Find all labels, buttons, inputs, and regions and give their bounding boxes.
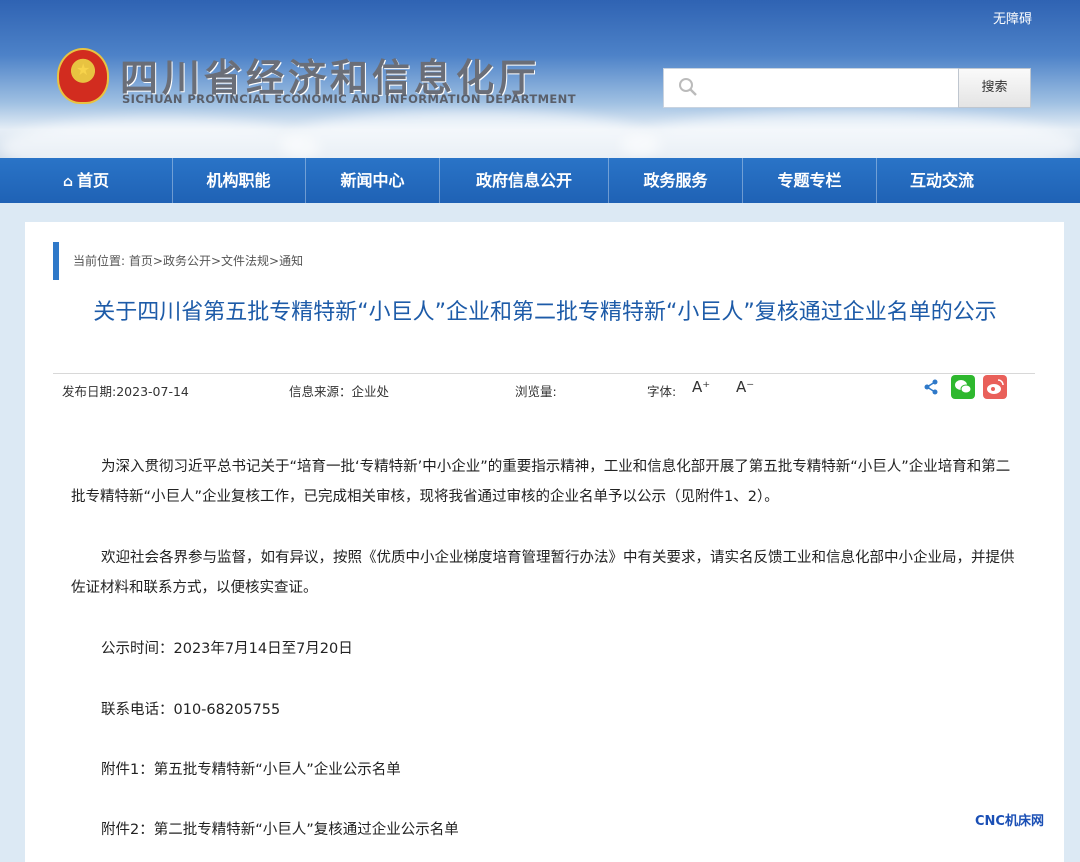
attachment-2-link[interactable]: 附件2：第二批专精特新“小巨人”复核通过企业公示名单 [71,815,1023,845]
cloud-decoration [620,112,1080,158]
nav-item-topics[interactable]: 专题专栏 [743,158,877,203]
nav-item-label: 互动交流 [909,171,974,190]
breadcrumb-prefix: 当前位置: [73,254,126,268]
font-larger-button[interactable]: A⁺ [692,378,710,396]
wechat-icon[interactable] [951,375,975,399]
attachment-1-link[interactable]: 附件1：第五批专精特新“小巨人”企业公示名单 [71,755,1023,785]
search-box [663,68,959,108]
search-icon [679,78,697,96]
nav-item-label: 首页 [77,171,110,190]
nav-item-label: 专题专栏 [777,171,842,190]
breadcrumb-separator: > [210,254,222,268]
breadcrumb-item-home[interactable]: 首页 [129,254,153,268]
search-input[interactable] [708,75,952,103]
font-size-label: 字体: [647,384,677,399]
main-nav: ⌂ 首页 机构职能 新闻中心 政府信息公开 政务服务 专题专栏 互动交流 [0,158,1080,203]
paragraph-notice-period: 公示时间：2023年7月14日至7月20日 [101,641,353,657]
meta-divider [53,373,1035,374]
site-header: 无障碍 ★ 四川省经济和信息化厅 SICHUAN PROVINCIAL ECON… [0,0,1080,158]
nav-item-label: 政府信息公开 [475,171,572,190]
nav-item-label: 新闻中心 [340,171,405,190]
cloud-decoration [280,110,660,158]
info-source: 信息来源：企业处 [289,384,390,399]
nav-item-interaction[interactable]: 互动交流 [877,158,1007,203]
paragraph-supervision: 欢迎社会各界参与监督，如有异议，按照《优质中小企业梯度培育管理暂行办法》中有关要… [71,550,1015,596]
nav-item-gov-info[interactable]: 政府信息公开 [440,158,609,203]
nav-item-services[interactable]: 政务服务 [609,158,743,203]
article-title: 关于四川省第五批专精特新“小巨人”企业和第二批专精特新“小巨人”复核通过企业名单… [93,300,997,325]
accessibility-link[interactable]: 无障碍 [993,8,1032,27]
weibo-icon[interactable] [983,375,1007,399]
paragraph-intro: 为深入贯彻习近平总书记关于“培育一批‘专精特新’中小企业”的重要指示精神，工业和… [71,459,1011,505]
breadcrumb-separator: > [269,254,280,268]
site-name-english: SICHUAN PROVINCIAL ECONOMIC AND INFORMAT… [122,92,576,106]
nav-item-functions[interactable]: 机构职能 [172,158,306,203]
home-icon: ⌂ [62,174,73,190]
breadcrumb-item-documents[interactable]: 文件法规 [221,254,269,268]
paragraph-contact-phone: 联系电话：010-68205755 [101,702,281,718]
breadcrumb-accent-bar [53,242,59,280]
breadcrumb-separator: > [152,254,163,268]
nav-item-home[interactable]: ⌂ 首页 [0,158,173,203]
watermark: CNC机床网 [975,814,1044,829]
publish-date: 发布日期:2023-07-14 [62,384,189,399]
breadcrumb-item-notice[interactable]: 通知 [279,254,303,268]
content-panel: 当前位置: 首页>政务公开>文件法规>通知 关于四川省第五批专精特新“小巨人”企… [25,222,1064,862]
view-count: 浏览量: [515,384,557,399]
nav-item-news[interactable]: 新闻中心 [306,158,440,203]
national-emblem: ★ [57,48,109,104]
font-smaller-button[interactable]: A⁻ [736,378,754,396]
cloud-decoration [0,118,320,158]
nav-item-label: 机构职能 [206,171,271,190]
search-button[interactable]: 搜索 [958,68,1031,108]
nav-item-label: 政务服务 [643,171,708,190]
share-icon[interactable] [922,378,940,396]
breadcrumb: 当前位置: 首页>政务公开>文件法规>通知 [73,252,303,269]
breadcrumb-item-gov-affairs[interactable]: 政务公开 [163,254,211,268]
